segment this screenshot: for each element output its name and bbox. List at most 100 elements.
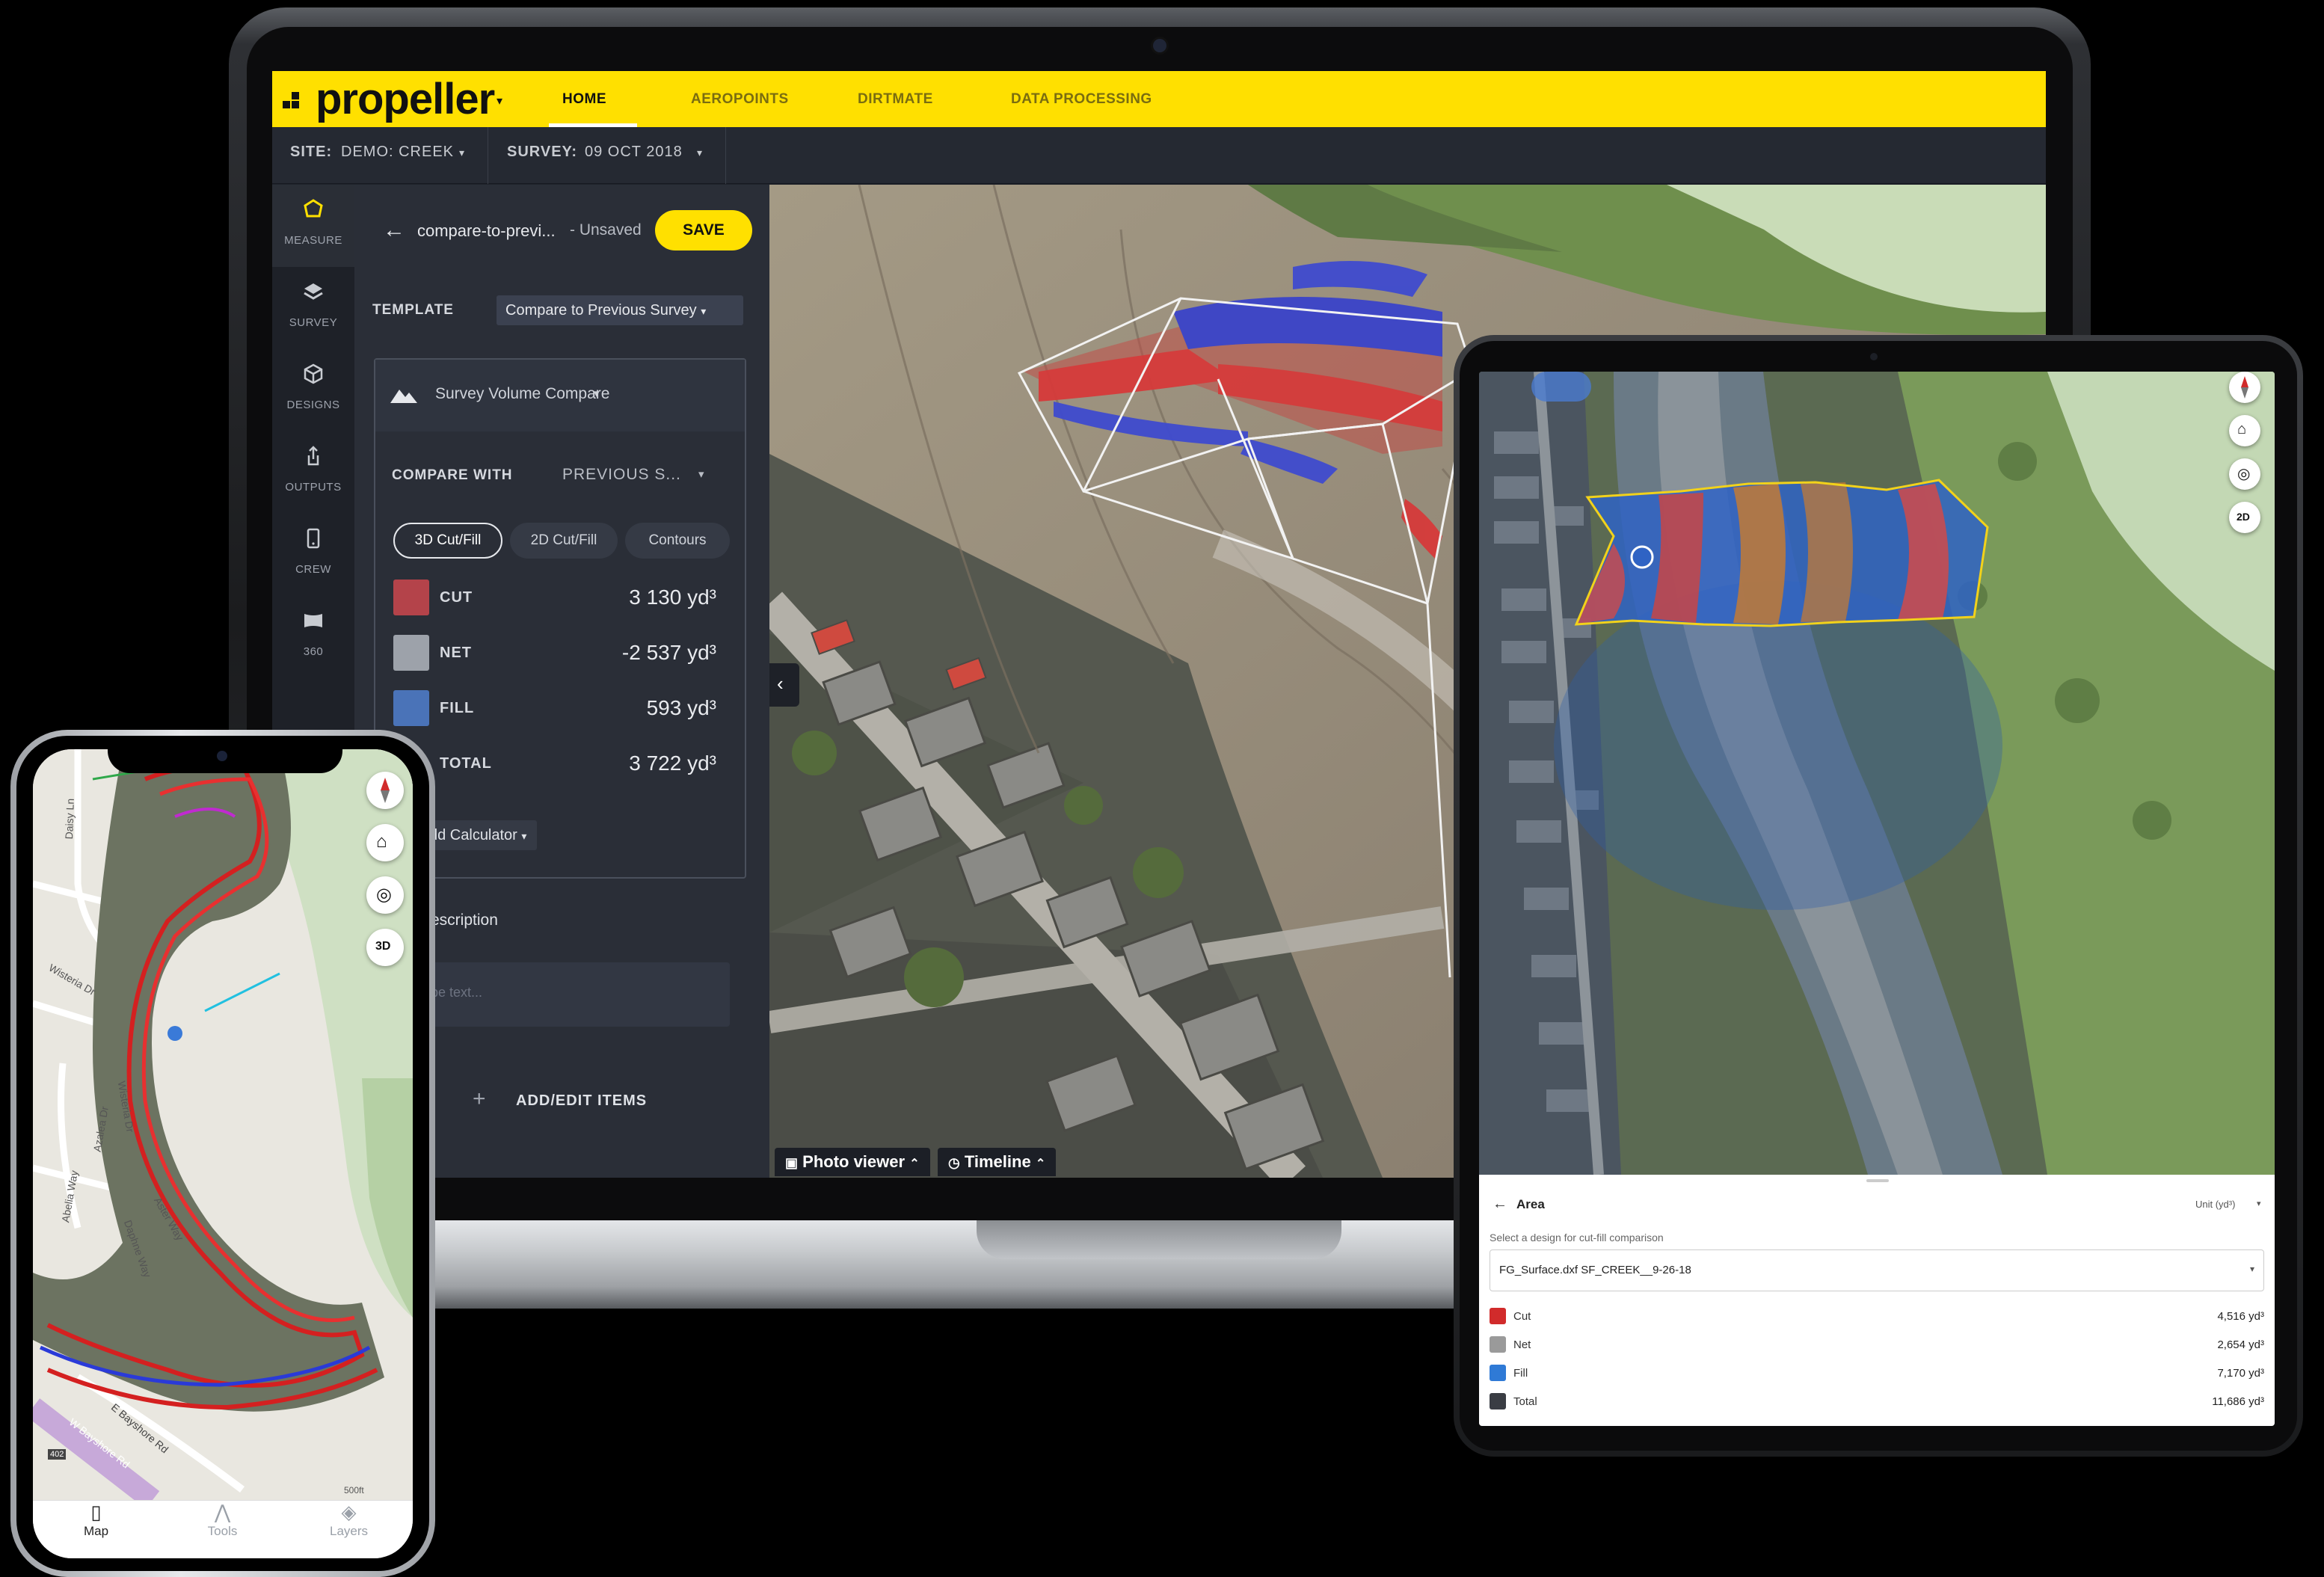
chevron-left-icon: ‹: [777, 672, 784, 695]
rail-label: DESIGNS: [286, 399, 340, 411]
timeline-button[interactable]: ◷ Timeline ⌃: [938, 1148, 1057, 1176]
panorama-icon: [304, 614, 322, 627]
net-value: 2,654 yd³: [2217, 1338, 2264, 1351]
area-title: Area: [1516, 1197, 1545, 1211]
collapse-panel-button[interactable]: ‹: [769, 663, 799, 707]
photo-viewer-label: Photo viewer: [802, 1152, 906, 1171]
tablet-aerial-map-image: [1479, 372, 2275, 1175]
survey-selector[interactable]: 09 OCT 2018: [585, 144, 683, 161]
brand-dropdown-icon[interactable]: ▾: [497, 93, 502, 108]
compass-button[interactable]: [366, 772, 404, 809]
tab-data-processing[interactable]: DATA PROCESSING: [1011, 71, 1152, 127]
layers-icon: ◈: [341, 1501, 357, 1523]
site-survey-bar: SITE: DEMO: CREEK ▾ SURVEY: 09 OCT 2018 …: [272, 127, 2046, 184]
target-icon: ◎: [376, 885, 392, 905]
phone-icon: [307, 528, 320, 549]
rail-360[interactable]: 360: [272, 596, 354, 678]
segment-2d-cutfill[interactable]: 2D Cut/Fill: [510, 523, 618, 559]
net-label: Net: [1513, 1338, 1531, 1351]
image-icon: ▣: [785, 1155, 799, 1170]
sheet-handle[interactable]: [1866, 1179, 1889, 1182]
design-select[interactable]: FG_Surface.dxf SF_CREEK__9-26-18 ▾: [1490, 1249, 2264, 1291]
tab-aeropoints[interactable]: AEROPOINTS: [691, 71, 789, 127]
chevron-down-icon[interactable]: ▾: [698, 467, 704, 481]
fill-swatch: [393, 690, 429, 726]
chevron-down-icon: ▾: [521, 830, 527, 842]
save-button[interactable]: SAVE: [655, 210, 752, 250]
scale-label: 500ft: [344, 1485, 364, 1495]
tab-map[interactable]: ▯ Map: [33, 1501, 159, 1539]
template-value: Compare to Previous Survey: [505, 302, 697, 319]
tab-home[interactable]: HOME: [562, 71, 606, 127]
total-label: Total: [1513, 1395, 1537, 1408]
rail-outputs[interactable]: OUTPUTS: [272, 431, 354, 514]
compare-with-select[interactable]: PREVIOUS S...: [562, 466, 681, 484]
fill-swatch: [1490, 1365, 1506, 1381]
total-value: 11,686 yd³: [2212, 1395, 2264, 1408]
fill-label: FILL: [440, 700, 475, 716]
tab-layers-label: Layers: [329, 1524, 369, 1538]
calculator-header[interactable]: Survey Volume Compare ▾: [375, 360, 745, 431]
site-label: SITE:: [290, 144, 333, 160]
tab-tools[interactable]: ⋀ Tools: [159, 1501, 286, 1539]
hexagon-icon: [304, 199, 323, 218]
phone-map-image: [33, 749, 413, 1500]
fill-value: 593 yd³: [646, 696, 716, 719]
total-swatch: [1490, 1393, 1506, 1410]
brand-logo[interactable]: propeller: [316, 74, 495, 124]
area-sheet: ← Area Unit (yd³) ▾ Select a design for …: [1479, 1175, 2275, 1426]
mountain-icon: [390, 390, 417, 403]
rail-crew[interactable]: CREW: [272, 514, 354, 596]
rail-designs[interactable]: DESIGNS: [272, 349, 354, 431]
locate-button[interactable]: ◎: [366, 876, 404, 914]
unit-select[interactable]: Unit (yd³): [2195, 1199, 2235, 1210]
rail-survey[interactable]: SURVEY: [272, 267, 354, 349]
add-edit-items-button[interactable]: ADD/EDIT ITEMS: [516, 1092, 647, 1110]
tablet-map-viewport[interactable]: [1479, 372, 2275, 1175]
cut-swatch: [1490, 1308, 1506, 1324]
laptop-camera: [1153, 39, 1166, 52]
rail-label: MEASURE: [284, 234, 342, 247]
target-icon: ◎: [2237, 466, 2251, 482]
tab-tools-label: Tools: [207, 1524, 238, 1538]
map-icon: ▯: [90, 1501, 102, 1523]
view-2d-button[interactable]: 2D: [2229, 502, 2260, 533]
view-3d-button[interactable]: 3D: [366, 929, 404, 966]
survey-chevron-icon[interactable]: ▾: [697, 147, 703, 159]
compass-button[interactable]: [2229, 372, 2260, 403]
top-navbar: propeller ▾ HOME AEROPOINTS DIRTMATE DAT…: [272, 71, 2046, 127]
chevron-up-icon: ⌃: [1035, 1158, 1046, 1170]
home-button[interactable]: ⌂: [366, 824, 404, 861]
back-arrow-icon[interactable]: ←: [1493, 1196, 1507, 1213]
rail-label: OUTPUTS: [285, 481, 342, 494]
site-selector[interactable]: DEMO: CREEK: [341, 144, 454, 161]
chevron-down-icon[interactable]: ▾: [2257, 1199, 2261, 1208]
chevron-up-icon: ⌃: [909, 1158, 920, 1170]
add-calculator-button[interactable]: dd Calculator ▾: [429, 820, 538, 850]
plus-icon[interactable]: +: [473, 1086, 486, 1112]
view-2d-label: 2D: [2237, 511, 2250, 523]
chevron-down-icon: ▾: [2249, 1264, 2254, 1274]
chevron-down-icon: ▾: [594, 387, 600, 400]
measurement-title[interactable]: compare-to-previ...: [417, 221, 556, 241]
net-swatch: [1490, 1336, 1506, 1353]
back-arrow-icon[interactable]: ←: [383, 218, 405, 243]
design-hint: Select a design for cut-fill comparison: [1490, 1232, 1664, 1244]
locate-button[interactable]: ◎: [2229, 458, 2260, 490]
fill-value: 7,170 yd³: [2217, 1367, 2264, 1380]
segment-3d-cutfill[interactable]: 3D Cut/Fill: [393, 523, 502, 559]
template-select[interactable]: Compare to Previous Survey ▾: [497, 295, 743, 325]
cut-label: CUT: [440, 589, 473, 606]
laptop-notch: [977, 1220, 1341, 1259]
segment-contours[interactable]: Contours: [625, 523, 730, 559]
cut-swatch: [393, 580, 429, 615]
tab-layers[interactable]: ◈ Layers: [286, 1501, 412, 1539]
rail-measure[interactable]: MEASURE: [272, 185, 354, 267]
tab-dirtmate[interactable]: DIRTMATE: [858, 71, 933, 127]
home-button[interactable]: ⌂: [2229, 415, 2260, 446]
cube-icon: [304, 363, 323, 384]
description-placeholder: pe text...: [431, 985, 483, 1000]
photo-viewer-button[interactable]: ▣ Photo viewer ⌃: [775, 1148, 930, 1176]
site-chevron-icon[interactable]: ▾: [459, 147, 465, 159]
save-status: - Unsaved: [570, 221, 642, 239]
